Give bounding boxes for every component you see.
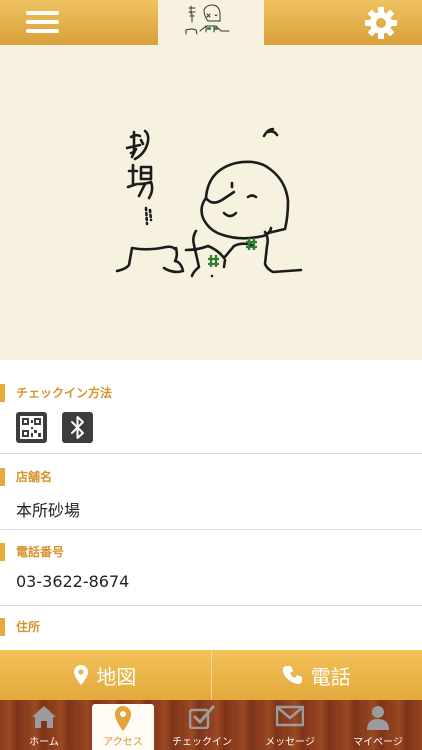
tab-message[interactable]: メッセージ <box>246 700 334 750</box>
sunaba-illustration <box>115 127 303 278</box>
tab-access[interactable]: アクセス <box>92 704 154 750</box>
header-logo[interactable] <box>158 0 264 45</box>
phone-title: 電話番号 <box>0 543 64 561</box>
address-section: 住所 <box>0 606 422 650</box>
phone-icon <box>282 666 302 684</box>
tab-checkin[interactable]: チェックイン <box>158 700 246 750</box>
bottom-tab-bar: ホーム アクセス チェックイン メッセージ マイページ <box>0 700 422 750</box>
tab-checkin-label: チェックイン <box>172 737 232 748</box>
map-button-label: 地図 <box>96 664 137 689</box>
user-icon <box>367 706 389 730</box>
tab-mypage-label: マイページ <box>353 737 403 748</box>
gear-icon[interactable] <box>364 6 398 40</box>
store-name-value: 本所砂場 <box>16 501 81 520</box>
home-icon <box>32 706 56 728</box>
store-name-section: 店舗名 本所砂場 <box>0 454 422 529</box>
tab-home[interactable]: ホーム <box>0 700 88 750</box>
qr-code-icon <box>16 412 47 443</box>
map-button[interactable]: 地図 <box>0 650 211 700</box>
map-pin-icon <box>74 665 89 685</box>
store-name-title: 店舗名 <box>0 468 52 486</box>
phone-value[interactable]: 03-3622-8674 <box>16 572 129 591</box>
hamburger-menu-icon[interactable] <box>24 8 62 38</box>
action-bar: 地図 電話 <box>0 650 422 700</box>
bluetooth-icon <box>62 412 93 443</box>
call-button[interactable]: 電話 <box>210 650 422 700</box>
tab-message-label: メッセージ <box>265 737 315 748</box>
address-title: 住所 <box>0 618 40 636</box>
store-logo-image <box>0 45 422 360</box>
mail-icon <box>276 705 304 727</box>
tab-mypage[interactable]: マイページ <box>334 700 422 750</box>
checkin-method-title: チェックイン方法 <box>0 384 112 402</box>
sunaba-logo-small <box>185 4 230 35</box>
phone-section: 電話番号 03-3622-8674 <box>0 530 422 605</box>
checkin-icon <box>189 705 215 729</box>
map-pin-icon <box>115 706 131 731</box>
call-button-label: 電話 <box>310 664 351 689</box>
tab-access-label: アクセス <box>103 737 143 748</box>
app-header <box>0 0 422 45</box>
tab-home-label: ホーム <box>29 737 59 748</box>
checkin-method-section: チェックイン方法 <box>0 360 422 453</box>
